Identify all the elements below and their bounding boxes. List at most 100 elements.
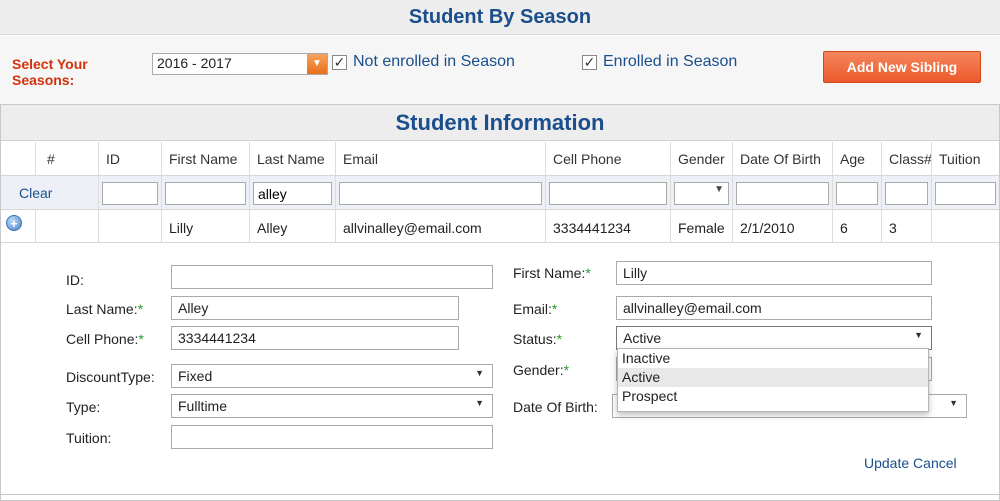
chevron-down-icon: ▼ bbox=[914, 330, 923, 340]
filter-last-name-cell bbox=[250, 176, 336, 209]
chevron-down-icon: ▼ bbox=[714, 184, 724, 195]
header-id[interactable]: ID bbox=[99, 142, 162, 175]
chevron-down-icon: ▼ bbox=[475, 368, 484, 378]
filter-last-name-input[interactable] bbox=[253, 182, 332, 205]
last-name-label: Last Name:* bbox=[66, 301, 143, 317]
type-select[interactable]: Fulltime ▼ bbox=[171, 394, 493, 418]
cell-tuition bbox=[932, 210, 999, 242]
header-first-name[interactable]: First Name bbox=[162, 142, 250, 175]
discount-type-label: DiscountType: bbox=[66, 369, 155, 385]
cell-phone-label: Cell Phone:* bbox=[66, 331, 144, 347]
header-email[interactable]: Email bbox=[336, 142, 546, 175]
cell-id bbox=[99, 210, 162, 242]
status-dropdown-menu: Inactive Active Prospect bbox=[617, 348, 929, 412]
checkmark-icon: ✓ bbox=[332, 53, 347, 70]
cell-phone: 3334441234 bbox=[546, 210, 671, 242]
cell-phone-field[interactable]: 3334441234 bbox=[171, 326, 459, 350]
email-field[interactable]: allvinalley@email.com bbox=[616, 296, 932, 320]
id-label: ID: bbox=[66, 272, 84, 288]
page-title: Student By Season bbox=[0, 0, 1000, 35]
status-option-active[interactable]: Active bbox=[618, 368, 928, 387]
checkmark-icon: ✓ bbox=[582, 53, 597, 70]
header-cell-phone[interactable]: Cell Phone bbox=[546, 142, 671, 175]
status-value: Active bbox=[623, 330, 662, 346]
expand-plus-icon[interactable]: + bbox=[6, 215, 22, 231]
header-class[interactable]: Class# bbox=[882, 142, 932, 175]
grid-header-row: # ID First Name Last Name Email Cell Pho… bbox=[1, 142, 999, 176]
required-mark: * bbox=[137, 301, 144, 317]
first-name-label: First Name:* bbox=[513, 265, 591, 281]
season-label: Select Your Seasons: bbox=[12, 56, 88, 88]
filter-tuition-input[interactable] bbox=[935, 182, 996, 205]
type-value: Fulltime bbox=[178, 398, 228, 414]
cell-last-name: Alley bbox=[250, 210, 336, 242]
filter-age-input[interactable] bbox=[836, 182, 878, 205]
filter-class-input[interactable] bbox=[885, 182, 928, 205]
dob-label: Date Of Birth: bbox=[513, 399, 598, 415]
status-label-text: Status: bbox=[513, 331, 557, 347]
required-mark: * bbox=[556, 331, 563, 347]
tuition-field[interactable] bbox=[171, 425, 493, 449]
cancel-link[interactable]: Cancel bbox=[913, 455, 957, 471]
filter-first-name-input[interactable] bbox=[165, 182, 246, 205]
chevron-down-icon: ▼ bbox=[475, 398, 484, 408]
grid-filter-row: Clear ▼ bbox=[1, 176, 999, 210]
filter-dob-cell bbox=[733, 176, 833, 209]
cell-number bbox=[36, 210, 99, 242]
status-option-prospect[interactable]: Prospect bbox=[618, 387, 928, 406]
gender-label-text: Gender: bbox=[513, 362, 564, 378]
next-row-border bbox=[0, 494, 1000, 501]
first-name-field[interactable]: Lilly bbox=[616, 261, 932, 285]
required-mark: * bbox=[585, 265, 591, 281]
grid-title: Student Information bbox=[1, 105, 999, 141]
season-bar: Select Your Seasons: 2016 - 2017 ▼ ✓ Not… bbox=[0, 36, 1000, 104]
enrolled-label: Enrolled in Season bbox=[603, 53, 738, 70]
add-new-sibling-button[interactable]: Add New Sibling bbox=[823, 51, 981, 83]
cell-age: 6 bbox=[833, 210, 882, 242]
filter-phone-input[interactable] bbox=[549, 182, 667, 205]
header-dob[interactable]: Date Of Birth bbox=[733, 142, 833, 175]
last-name-field[interactable]: Alley bbox=[171, 296, 459, 320]
header-tuition[interactable]: Tuition bbox=[932, 142, 999, 175]
cell-phone-label-text: Cell Phone: bbox=[66, 331, 139, 347]
filter-tuition-cell bbox=[932, 176, 999, 209]
header-number[interactable]: # bbox=[36, 142, 99, 175]
filter-dob-input[interactable] bbox=[736, 182, 829, 205]
required-mark: * bbox=[563, 362, 570, 378]
discount-type-select[interactable]: Fixed ▼ bbox=[171, 364, 493, 388]
filter-class-cell bbox=[882, 176, 932, 209]
season-select[interactable]: 2016 - 2017 ▼ bbox=[152, 53, 328, 75]
header-last-name[interactable]: Last Name bbox=[250, 142, 336, 175]
filter-clear-cell: Clear bbox=[1, 176, 99, 209]
filter-id-cell bbox=[99, 176, 162, 209]
filter-email-cell bbox=[336, 176, 546, 209]
cell-dob: 2/1/2010 bbox=[733, 210, 833, 242]
header-expand bbox=[1, 142, 36, 175]
tuition-label: Tuition: bbox=[66, 430, 112, 446]
update-link[interactable]: Update bbox=[864, 455, 909, 471]
not-enrolled-checkbox[interactable]: ✓ Not enrolled in Season bbox=[332, 53, 515, 71]
discount-type-value: Fixed bbox=[178, 368, 213, 384]
clear-filter-link[interactable]: Clear bbox=[1, 185, 52, 201]
required-mark: * bbox=[551, 301, 558, 317]
email-label-text: Email: bbox=[513, 301, 552, 317]
id-field[interactable] bbox=[171, 265, 493, 289]
required-mark: * bbox=[138, 331, 144, 347]
expand-cell: + bbox=[1, 210, 36, 242]
cell-class: 3 bbox=[882, 210, 932, 242]
email-label: Email:* bbox=[513, 301, 557, 317]
enrolled-checkbox[interactable]: ✓ Enrolled in Season bbox=[582, 53, 737, 71]
chevron-down-icon: ▼ bbox=[949, 398, 958, 408]
status-label: Status:* bbox=[513, 331, 562, 347]
filter-phone-cell bbox=[546, 176, 671, 209]
first-name-label-text: First Name: bbox=[513, 265, 586, 281]
table-row: + Lilly Alley allvinalley@email.com 3334… bbox=[1, 210, 999, 243]
header-age[interactable]: Age bbox=[833, 142, 882, 175]
filter-id-input[interactable] bbox=[102, 182, 158, 205]
header-gender[interactable]: Gender bbox=[671, 142, 733, 175]
last-name-label-text: Last Name: bbox=[66, 301, 138, 317]
cell-gender: Female bbox=[671, 210, 733, 242]
status-select[interactable]: Active ▼ bbox=[616, 326, 932, 350]
filter-email-input[interactable] bbox=[339, 182, 542, 205]
status-option-inactive[interactable]: Inactive bbox=[618, 349, 928, 368]
